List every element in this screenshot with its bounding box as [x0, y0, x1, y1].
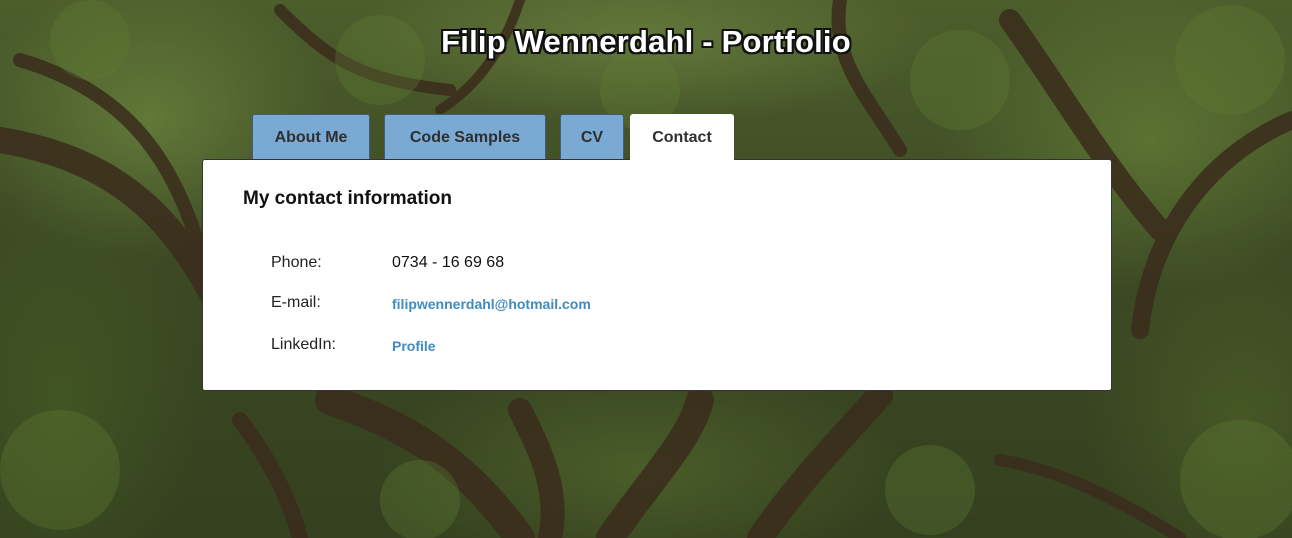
linkedin-label: LinkedIn: — [271, 336, 336, 353]
tab-cv[interactable]: CV — [560, 114, 624, 159]
tab-code-samples[interactable]: Code Samples — [384, 114, 546, 159]
email-link[interactable]: filipwennerdahl@hotmail.com — [392, 296, 591, 312]
contact-heading: My contact information — [243, 188, 453, 209]
phone-label: Phone: — [271, 254, 322, 271]
phone-value: 0734 - 16 69 68 — [392, 254, 505, 271]
linkedin-profile-link[interactable]: Profile — [392, 338, 436, 354]
tab-about-me[interactable]: About Me — [252, 114, 370, 159]
tab-contact[interactable]: Contact — [630, 114, 734, 160]
email-label: E-mail: — [271, 294, 321, 311]
page-title: Filip Wennerdahl - Portfolio — [441, 24, 851, 59]
contact-panel: My contact information Phone: 0734 - 16 … — [202, 159, 1112, 391]
